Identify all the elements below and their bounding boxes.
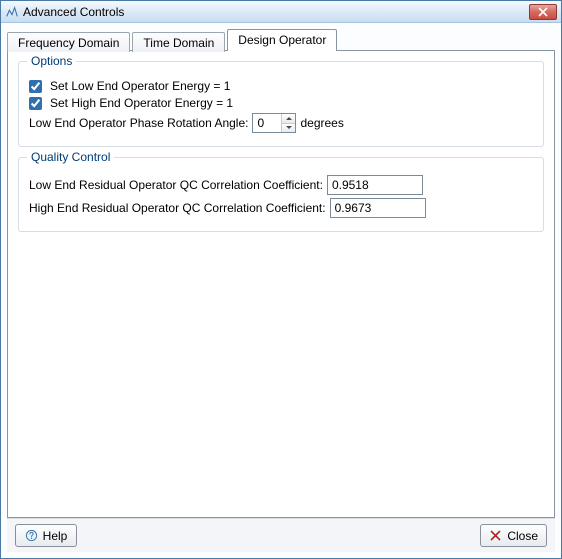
chevron-down-icon: [286, 126, 292, 129]
row-qc-low: Low End Residual Operator QC Correlation…: [29, 175, 533, 195]
tabstrip: Frequency Domain Time Domain Design Oper…: [7, 29, 555, 51]
titlebar: Advanced Controls: [1, 1, 561, 23]
help-button-label: Help: [43, 529, 68, 543]
set-high-energy-checkbox[interactable]: [29, 97, 42, 110]
qc-low-label: Low End Residual Operator QC Correlation…: [29, 178, 323, 192]
set-high-energy-label: Set High End Operator Energy = 1: [50, 96, 233, 110]
window-title: Advanced Controls: [23, 5, 529, 19]
tab-panel-design-operator: Options Set Low End Operator Energy = 1 …: [7, 50, 555, 518]
qc-high-label: High End Residual Operator QC Correlatio…: [29, 201, 326, 215]
client-area: Frequency Domain Time Domain Design Oper…: [1, 23, 561, 558]
options-legend: Options: [27, 54, 76, 68]
window-close-button[interactable]: [529, 4, 557, 20]
qc-high-input[interactable]: [330, 198, 426, 218]
spin-down-button[interactable]: [282, 124, 295, 133]
tab-label: Time Domain: [143, 36, 214, 50]
phase-rotation-label: Low End Operator Phase Rotation Angle:: [29, 116, 248, 130]
spinner-buttons: [281, 114, 295, 132]
window-frame: Advanced Controls Frequency Domain Time …: [0, 0, 562, 559]
row-phase-rotation: Low End Operator Phase Rotation Angle: d…: [29, 113, 533, 133]
phase-rotation-input[interactable]: [253, 114, 281, 132]
spin-up-button[interactable]: [282, 114, 295, 124]
tab-design-operator[interactable]: Design Operator: [227, 29, 337, 51]
tab-label: Frequency Domain: [18, 36, 119, 50]
phase-rotation-spinner[interactable]: [252, 113, 296, 133]
app-icon: [5, 5, 19, 19]
row-qc-high: High End Residual Operator QC Correlatio…: [29, 198, 533, 218]
quality-control-groupbox: Quality Control Low End Residual Operato…: [18, 157, 544, 232]
close-button[interactable]: Close: [480, 524, 547, 547]
close-button-label: Close: [507, 529, 538, 543]
qc-legend: Quality Control: [27, 150, 114, 164]
chevron-up-icon: [286, 117, 292, 120]
phase-rotation-units: degrees: [300, 116, 343, 130]
set-low-energy-label: Set Low End Operator Energy = 1: [50, 79, 230, 93]
row-set-high-energy: Set High End Operator Energy = 1: [29, 96, 533, 110]
close-icon: [538, 7, 548, 17]
tab-time-domain[interactable]: Time Domain: [132, 32, 225, 52]
row-set-low-energy: Set Low End Operator Energy = 1: [29, 79, 533, 93]
tab-frequency-domain[interactable]: Frequency Domain: [7, 32, 130, 52]
tab-label: Design Operator: [238, 33, 326, 47]
set-low-energy-checkbox[interactable]: [29, 80, 42, 93]
footer-bar: Help Close: [7, 518, 555, 552]
help-button[interactable]: Help: [15, 524, 77, 547]
options-groupbox: Options Set Low End Operator Energy = 1 …: [18, 61, 544, 147]
close-icon: [489, 529, 502, 542]
qc-low-input[interactable]: [327, 175, 423, 195]
content-wrap: Frequency Domain Time Domain Design Oper…: [7, 29, 555, 518]
help-icon: [25, 529, 38, 542]
